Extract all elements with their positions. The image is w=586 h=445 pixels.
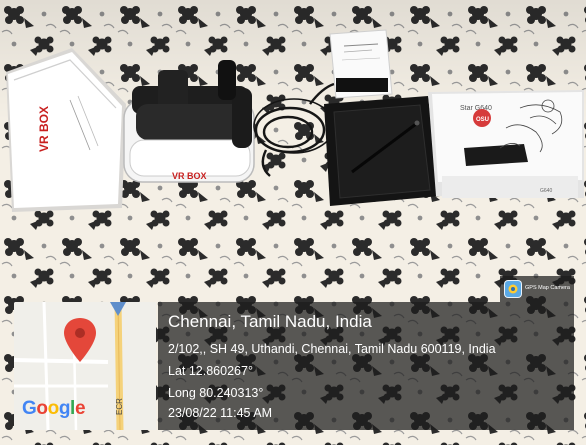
location-address: 2/102,, SH 49, Uthandi, Chennai, Tamil N… [168, 342, 496, 356]
location-title: Chennai, Tamil Nadu, India [168, 312, 372, 331]
svg-text:G640: G640 [540, 188, 552, 194]
map-road-label: ECR [115, 398, 124, 415]
manual-booklet [329, 29, 393, 99]
svg-text:OSU: OSU [476, 117, 489, 123]
svg-text:VR BOX: VR BOX [37, 106, 51, 152]
location-map: ECR Google [14, 302, 156, 430]
latitude-readout: Lat 12.860267° [168, 364, 253, 378]
gps-map-camera-badge: GPS Map Camera [500, 276, 574, 302]
location-info-panel: Chennai, Tamil Nadu, India 2/102,, SH 49… [158, 302, 574, 430]
timestamp: 23/08/22 11:45 AM [168, 406, 273, 420]
google-logo: Google [22, 398, 86, 419]
app-badge-label: GPS Map Camera [525, 285, 570, 291]
drawing-tablet [324, 96, 440, 206]
gps-camera-app-icon [504, 280, 522, 298]
longitude-readout: Long 80.240313° [168, 386, 264, 400]
tablet-box: Star G640 OSU G640 [428, 90, 584, 198]
photo-frame: VR BOX VR BOX Star G640 OSU G640 GPS Map… [0, 0, 586, 445]
svg-text:VR BOX: VR BOX [172, 171, 207, 181]
